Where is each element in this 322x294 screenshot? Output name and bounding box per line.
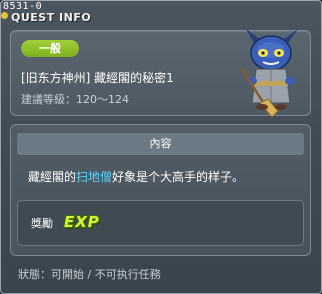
npc-portrait-icon <box>240 29 298 118</box>
quest-description: 藏經閣的扫地僧好象是个大高手的样子。 <box>28 168 244 185</box>
description-text: 藏經閣的 <box>28 170 77 184</box>
title-bullet-icon <box>1 12 8 19</box>
reward-label: 獎勵 <box>31 217 53 230</box>
level-requirement: 建議等級：120～124 <box>21 93 129 106</box>
description-text-end: 好象是个大高手的样子。 <box>112 170 245 184</box>
quest-status: 狀態：可開始 / 不可执行任務 <box>18 268 161 281</box>
reward-box <box>17 200 304 246</box>
content-header: 內容 <box>17 133 304 155</box>
window-title: QUEST INFO <box>11 11 92 24</box>
exp-icon: EXP <box>64 213 100 231</box>
npc-name-link[interactable]: 扫地僧 <box>76 170 112 184</box>
quest-name: [旧东方神州] 藏經閣的秘密1 <box>21 71 174 85</box>
quest-grade-badge: 一般 <box>21 40 79 57</box>
